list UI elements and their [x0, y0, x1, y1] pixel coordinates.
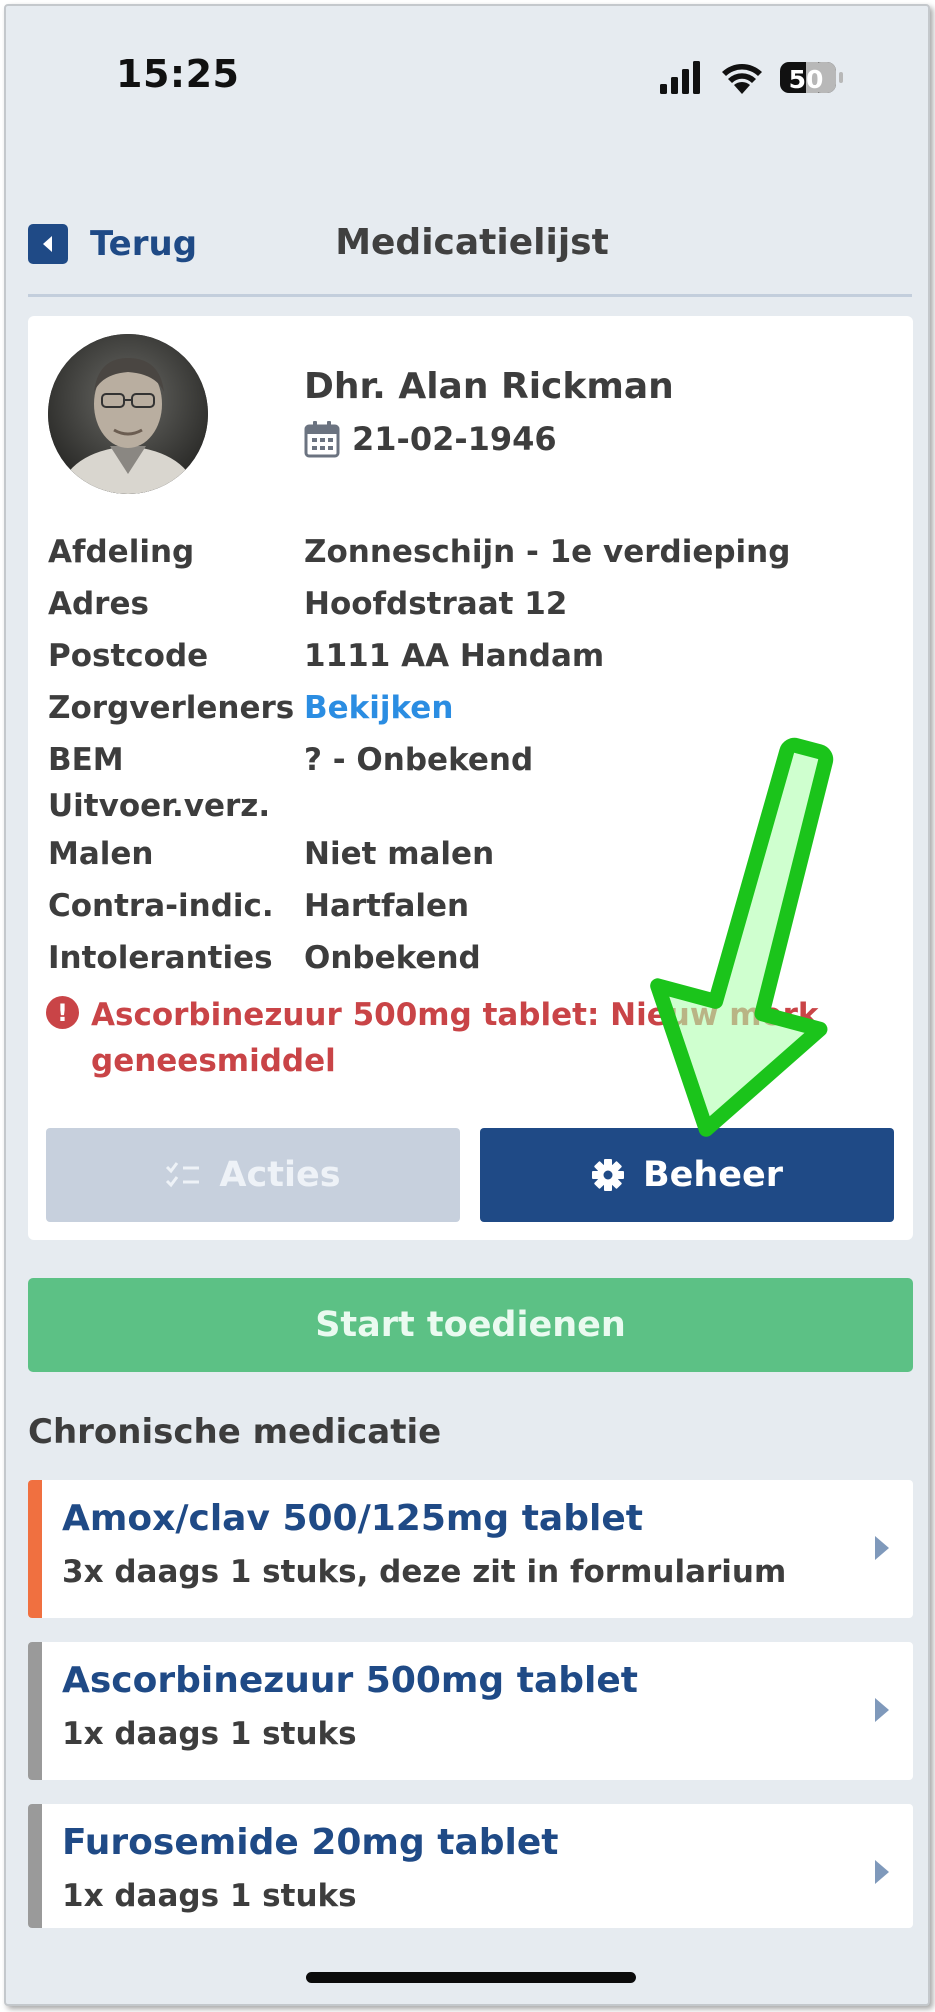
patient-dob: 21-02-1946 — [304, 420, 557, 458]
header-divider — [28, 294, 912, 297]
field-value: Niet malen — [304, 836, 495, 872]
medication-dose: 3x daags 1 stuks, deze zit in formulariu… — [62, 1554, 787, 1590]
medication-item[interactable]: Ascorbinezuur 500mg tablet 1x daags 1 st… — [28, 1642, 913, 1780]
acties-button[interactable]: Acties — [46, 1128, 460, 1222]
medication-dose: 1x daags 1 stuks — [62, 1716, 357, 1752]
field-value: Zonneschijn - 1e verdieping — [304, 534, 791, 570]
medication-accent — [28, 1804, 42, 1928]
signal-icon — [660, 61, 700, 94]
field-label: Afdeling — [48, 534, 195, 570]
battery-level: 50 — [789, 65, 824, 94]
checklist-icon — [165, 1161, 201, 1189]
medication-item[interactable]: Amox/clav 500/125mg tablet 3x daags 1 st… — [28, 1480, 913, 1618]
field-label: Uitvoer.verz. — [48, 788, 271, 824]
field-value: Onbekend — [304, 940, 481, 976]
field-label: Zorgverleners — [48, 690, 295, 726]
medication-warning: ! Ascorbinezuur 500mg tablet: Nieuw merk… — [46, 992, 886, 1084]
phone-screen: 15:25 50 Terug Medicatielijst Dhr. Alan … — [4, 4, 930, 2006]
gear-icon — [591, 1158, 625, 1192]
calendar-icon — [304, 421, 340, 458]
acties-label: Acties — [219, 1155, 341, 1195]
start-toedienen-button[interactable]: Start toedienen — [28, 1278, 913, 1372]
avatar — [48, 334, 208, 494]
home-indicator — [306, 1972, 636, 1983]
field-label: Postcode — [48, 638, 209, 674]
section-title: Chronische medicatie — [28, 1412, 442, 1452]
field-value: 1111 AA Handam — [304, 638, 605, 674]
chevron-right-icon — [875, 1698, 889, 1722]
beheer-button[interactable]: Beheer — [480, 1128, 894, 1222]
chevron-right-icon — [875, 1860, 889, 1884]
medication-accent — [28, 1480, 42, 1618]
medication-name: Ascorbinezuur 500mg tablet — [62, 1660, 638, 1701]
status-icons: 50 — [660, 61, 843, 94]
field-label: Intoleranties — [48, 940, 273, 976]
field-value: ? - Onbekend — [304, 742, 534, 778]
status-time: 15:25 — [116, 52, 240, 96]
field-label: Malen — [48, 836, 154, 872]
page-title: Medicatielijst — [335, 222, 609, 263]
beheer-label: Beheer — [642, 1155, 784, 1195]
field-label: Contra-indic. — [48, 888, 274, 924]
patient-name: Dhr. Alan Rickman — [304, 366, 674, 407]
battery-icon: 50 — [780, 62, 843, 94]
medication-name: Furosemide 20mg tablet — [62, 1822, 559, 1863]
medication-dose: 1x daags 1 stuks — [62, 1878, 357, 1914]
medication-accent — [28, 1642, 42, 1780]
warning-line: Ascorbinezuur 500mg tablet: Nieuw merk — [91, 997, 819, 1033]
chevron-right-icon — [875, 1536, 889, 1560]
field-value: Hartfalen — [304, 888, 470, 924]
medication-name: Amox/clav 500/125mg tablet — [62, 1498, 643, 1539]
exclamation-circle-icon: ! — [46, 996, 79, 1029]
field-value: Hoofdstraat 12 — [304, 586, 568, 622]
warning-line: geneesmiddel — [91, 1043, 336, 1079]
wifi-icon — [722, 64, 762, 94]
medication-item[interactable]: Furosemide 20mg tablet 1x daags 1 stuks — [28, 1804, 913, 1928]
zorgverleners-link[interactable]: Bekijken — [304, 690, 453, 726]
dob-value: 21-02-1946 — [352, 420, 557, 458]
warning-text: Ascorbinezuur 500mg tablet: Nieuw merk g… — [91, 992, 819, 1084]
patient-card: Dhr. Alan Rickman 21-02-1946 Afdeling Zo… — [28, 316, 913, 1240]
field-label: BEM — [48, 742, 124, 778]
field-label: Adres — [48, 586, 149, 622]
